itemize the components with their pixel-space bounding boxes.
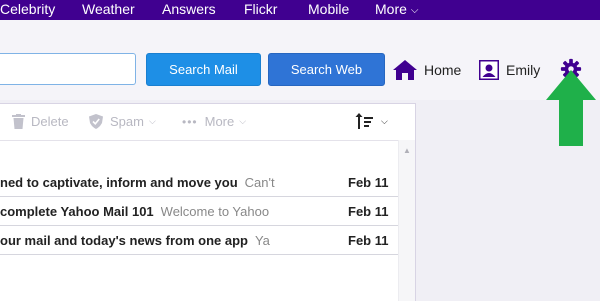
delete-label: Delete [31, 114, 69, 129]
nav-item-mobile[interactable]: Mobile [308, 1, 349, 17]
chevron-down-icon: ⌵ [381, 115, 388, 126]
sort-icon [355, 113, 373, 129]
user-name: Emily [506, 62, 541, 78]
more-actions-button[interactable]: ••• More ⌵ [182, 114, 246, 129]
shield-icon [89, 114, 103, 129]
chevron-down-icon: ⌵ [410, 5, 419, 16]
message-row[interactable]: complete Yahoo Mail 101 Welcome to Yahoo… [0, 197, 398, 226]
ellipsis-icon: ••• [182, 114, 198, 129]
green-arrow-icon [546, 70, 596, 146]
message-snippet: Can't [244, 174, 275, 190]
nav-item-flickr[interactable]: Flickr [244, 1, 277, 17]
message-list-panel: Delete Spam ⌵ ••• More ⌵ ⌵ ned to captiv… [0, 103, 416, 301]
nav-item-weather[interactable]: Weather [82, 1, 135, 17]
chevron-down-icon: ⌵ [239, 116, 247, 126]
top-nav-bar: Celebrity Weather Answers Flickr Mobile … [0, 0, 600, 20]
header: Search Mail Search Web Home Emily [0, 20, 600, 100]
message-date: Feb 11 [342, 232, 398, 248]
sort-button[interactable]: ⌵ [355, 112, 388, 130]
message-subject: complete Yahoo Mail 101 [0, 203, 154, 219]
message-subject: our mail and today's news from one app [0, 232, 248, 248]
search-web-label: Search Web [290, 62, 363, 77]
profile-link[interactable]: Emily [479, 59, 540, 81]
spam-label: Spam [110, 114, 144, 129]
search-mail-button[interactable]: Search Mail [146, 53, 261, 86]
trash-icon [12, 114, 25, 129]
nav-item-more[interactable]: More ⌵ [375, 1, 419, 17]
more-label: More [204, 114, 235, 129]
nav-more-label: More [375, 1, 407, 17]
message-date: Feb 11 [342, 203, 398, 219]
message-list-scrollbar[interactable]: ▲ [398, 140, 415, 301]
message-subject: ned to captivate, inform and move you [0, 174, 238, 190]
delete-button[interactable]: Delete [12, 114, 69, 129]
user-icon [479, 60, 499, 80]
message-snippet: Ya [254, 232, 270, 248]
home-link[interactable]: Home [393, 59, 461, 81]
spam-button[interactable]: Spam ⌵ [89, 114, 156, 129]
home-icon [393, 60, 417, 80]
scroll-up-icon[interactable]: ▲ [403, 146, 411, 155]
nav-item-answers[interactable]: Answers [162, 1, 216, 17]
message-date: Feb 11 [342, 174, 398, 190]
chevron-down-icon: ⌵ [148, 116, 156, 126]
message-row[interactable]: ned to captivate, inform and move you Ca… [0, 168, 398, 197]
search-input[interactable] [0, 53, 136, 85]
search-mail-label: Search Mail [169, 62, 238, 77]
message-row[interactable]: our mail and today's news from one app Y… [0, 226, 398, 255]
search-web-button[interactable]: Search Web [268, 53, 385, 86]
message-toolbar: Delete Spam ⌵ ••• More ⌵ ⌵ [0, 104, 415, 141]
message-snippet: Welcome to Yahoo [160, 203, 270, 219]
home-label: Home [424, 62, 462, 78]
nav-item-celebrity[interactable]: Celebrity [0, 1, 55, 17]
